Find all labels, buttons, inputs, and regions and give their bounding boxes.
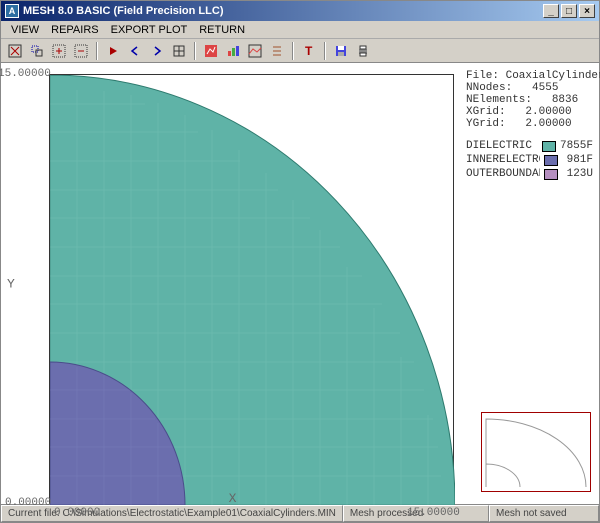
separator [324,42,326,60]
svg-text:T: T [305,44,313,58]
maximize-button[interactable]: □ [561,4,577,18]
play-icon[interactable] [103,41,123,61]
zoom-window-icon[interactable] [27,41,47,61]
separator [194,42,196,60]
legend-row-innerelectro: INNERELECTRO 981F [466,154,593,166]
app-icon: A [5,4,19,18]
window-title: MESH 8.0 BASIC (Field Precision LLC) [23,5,223,17]
x-tick-min: 0.00000 [54,507,100,519]
info-nnodes: NNodes: 4555 [466,82,593,94]
save-icon[interactable] [331,41,351,61]
legend: DIELECTRIC 7855F INNERELECTRO 981F OUTER… [466,140,593,180]
plot-style-1-icon[interactable] [201,41,221,61]
legend-swatch [542,141,556,152]
menu-repairs[interactable]: REPAIRS [51,24,98,36]
menubar: VIEW REPAIRS EXPORT PLOT RETURN [1,21,599,39]
plot-box[interactable] [49,74,454,504]
info-xgrid: XGrid: 2.00000 [466,106,593,118]
plot-area: Y 15.00000 0.00000 0.00000 1 [1,64,464,504]
zoom-extents-icon[interactable] [5,41,25,61]
y-axis-label: Y [7,277,15,292]
titlebar: A MESH 8.0 BASIC (Field Precision LLC) _… [1,1,599,21]
legend-swatch [544,169,558,180]
mesh-plot [50,75,455,505]
info-ygrid: YGrid: 2.00000 [466,118,593,130]
legend-row-outerboundar: OUTERBOUNDAR 123U [466,168,593,180]
zoom-in-icon[interactable] [49,41,69,61]
menu-view[interactable]: VIEW [11,24,39,36]
y-tick-max: 15.00000 [0,68,51,80]
status-right: Mesh not saved [489,505,599,522]
toolbar: T [1,39,599,63]
info-file: File: CoaxialCylinders [466,70,593,82]
x-tick-max: 15.00000 [407,507,460,519]
y-tick-min: 0.00000 [5,497,51,509]
text-tool-icon[interactable]: T [299,41,319,61]
info-panel: File: CoaxialCylinders NNodes: 4555 NEle… [464,64,599,504]
x-axis-label: X [229,491,237,506]
grid-icon[interactable] [169,41,189,61]
overview-navigator[interactable] [481,412,591,492]
menu-export-plot[interactable]: EXPORT PLOT [111,24,188,36]
menu-return[interactable]: RETURN [199,24,245,36]
legend-swatch [544,155,558,166]
plot-style-3-icon[interactable] [245,41,265,61]
separator [292,42,294,60]
plot-style-2-icon[interactable] [223,41,243,61]
info-nelements: NElements: 8836 [466,94,593,106]
status-file: Current file: C:\Simulations\Electrostat… [1,505,343,522]
content-area: Y 15.00000 0.00000 0.00000 1 [1,63,599,504]
minimize-button[interactable]: _ [543,4,559,18]
close-button[interactable]: × [579,4,595,18]
plot-style-4-icon[interactable] [267,41,287,61]
print-icon[interactable] [353,41,373,61]
legend-row-dielectric: DIELECTRIC 7855F [466,140,593,152]
nav-right-icon[interactable] [147,41,167,61]
zoom-out-icon[interactable] [71,41,91,61]
nav-left-icon[interactable] [125,41,145,61]
separator [96,42,98,60]
